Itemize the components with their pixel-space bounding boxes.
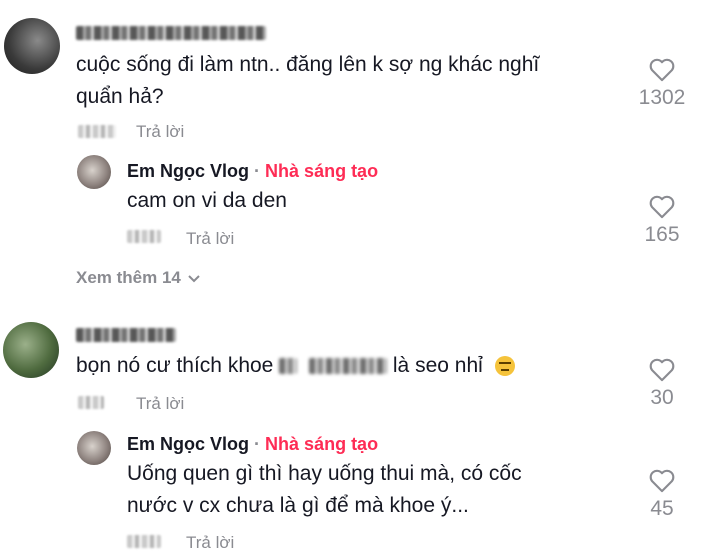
like-count: 45 [650,497,674,520]
avatar[interactable] [77,431,111,465]
view-more-replies-button[interactable]: Xem thêm 14 [76,268,201,288]
reply-date-redacted [127,230,161,243]
heart-outline-icon [649,58,675,82]
reply-author[interactable]: Em Ngọc Vlog · Nhà sáng tạo [127,434,378,455]
comment-date-redacted [78,396,104,409]
like-count: 30 [650,386,674,409]
like-button[interactable]: 1302 [632,56,692,110]
redacted-text [309,358,388,375]
reply-text: Uống quen gì thì hay uống thui mà, có cố… [127,462,522,485]
creator-badge: Nhà sáng tạo [265,161,379,181]
like-button[interactable]: 165 [632,193,692,247]
redacted-text [279,358,298,375]
reply-date-redacted [127,535,161,548]
author-name-redacted[interactable] [76,26,266,40]
comment-date-redacted [78,125,116,138]
avatar[interactable] [77,155,111,189]
heart-outline-icon [649,358,675,382]
avatar[interactable] [3,322,59,378]
comment-text: bọn nó cư thích khoe là seo nhỉ [76,350,515,382]
expressionless-face-emoji [494,356,515,377]
like-count: 165 [644,223,680,246]
heart-outline-icon [649,195,675,219]
author-name-redacted[interactable] [76,328,176,342]
reply-text: nước v cx chưa là gì để mà khoe ý... [127,494,469,517]
reply-button[interactable]: Trả lời [136,122,184,142]
chevron-down-icon [188,274,200,282]
reply-text: cam on vi da den [127,189,287,212]
creator-badge: Nhà sáng tạo [265,434,379,454]
comment-text: cuộc sống đi làm ntn.. đăng lên k sợ ng … [76,53,540,76]
like-button[interactable]: 45 [632,467,692,521]
like-button[interactable]: 30 [632,356,692,410]
like-count: 1302 [638,86,686,109]
avatar[interactable] [4,18,60,74]
reply-author[interactable]: Em Ngọc Vlog · Nhà sáng tạo [127,161,378,182]
heart-outline-icon [649,469,675,493]
reply-button[interactable]: Trả lời [186,533,234,553]
reply-button[interactable]: Trả lời [186,229,234,249]
comment-text: quẩn hả? [76,85,164,108]
reply-button[interactable]: Trả lời [136,394,184,414]
